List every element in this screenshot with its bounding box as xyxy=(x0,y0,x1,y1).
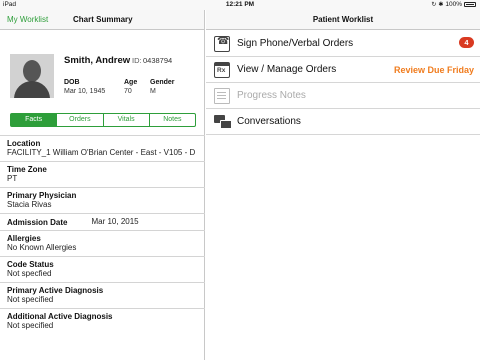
patient-id-label: ID: xyxy=(132,56,142,65)
fact-value: Not specfied xyxy=(7,269,52,278)
fact-value: Stacia Rivas xyxy=(7,200,52,209)
review-due-status: Review Due Friday xyxy=(393,65,474,75)
fact-value: Not specified xyxy=(7,295,54,304)
battery-percent: 100% xyxy=(445,1,462,8)
fact-value: FACILITY_1 William O'Brian Center - East… xyxy=(7,148,196,157)
gender-value: M xyxy=(150,88,156,95)
lock-rotation-icon: ↻ xyxy=(431,2,437,8)
fact-label: Primary Active Diagnosis xyxy=(7,286,104,295)
fact-value: Mar 10, 2015 xyxy=(91,217,139,226)
rx-calendar-icon xyxy=(214,61,230,78)
fact-label: Allergies xyxy=(7,234,41,243)
age-label: Age xyxy=(124,79,138,86)
patient-avatar xyxy=(10,54,54,98)
phone-order-icon xyxy=(214,35,230,52)
chart-tabs: Facts Orders Vitals Notes xyxy=(10,113,196,127)
tab-vitals[interactable]: Vitals xyxy=(104,114,150,126)
worklist-items: Sign Phone/Verbal Orders 4 View / Manage… xyxy=(206,31,480,135)
worklist-item-progress-notes: Progress Notes xyxy=(206,83,480,109)
age-value: 70 xyxy=(124,88,132,95)
patient-worklist-title: Patient Worklist xyxy=(312,15,374,24)
worklist-item-label: Progress Notes xyxy=(237,90,306,101)
patient-header: Smith, Andrew ID: 0438794 DOB Mar 10, 19… xyxy=(0,41,205,101)
fact-admission-date: Admission Date Mar 10, 2015 xyxy=(0,213,205,230)
patient-worklist-panel: Patient Worklist Sign Phone/Verbal Order… xyxy=(206,10,480,360)
worklist-item-manage-orders[interactable]: View / Manage Orders Review Due Friday xyxy=(206,57,480,83)
bluetooth-icon: ✱ xyxy=(438,2,444,8)
conversation-icon xyxy=(214,114,232,130)
worklist-item-label: Sign Phone/Verbal Orders xyxy=(237,38,354,49)
facts-list: Location FACILITY_1 William O'Brian Cent… xyxy=(0,135,205,334)
fact-time-zone: Time Zone PT xyxy=(0,161,205,187)
fact-label: Time Zone xyxy=(7,165,47,174)
fact-label: Additional Active Diagnosis xyxy=(7,312,113,321)
fact-primary-active-diagnosis: Primary Active Diagnosis Not specified xyxy=(0,282,205,308)
notes-icon xyxy=(214,87,230,104)
fact-value: No Known Allergies xyxy=(7,243,77,252)
pending-count-badge: 4 xyxy=(459,37,474,48)
fact-allergies: Allergies No Known Allergies xyxy=(0,230,205,256)
worklist-item-label: View / Manage Orders xyxy=(237,64,337,75)
fact-label: Admission Date xyxy=(7,217,68,227)
gender-label: Gender xyxy=(150,79,175,86)
worklist-item-conversations[interactable]: Conversations xyxy=(206,109,480,135)
patient-id: 0438794 xyxy=(143,56,173,65)
fact-additional-active-diagnosis: Additional Active Diagnosis Not specifie… xyxy=(0,308,205,334)
worklist-item-label: Conversations xyxy=(237,116,301,127)
avatar-head-shape xyxy=(23,60,41,82)
avatar-body-shape xyxy=(14,81,50,98)
dob-label: DOB xyxy=(64,79,80,86)
tab-notes[interactable]: Notes xyxy=(150,114,195,126)
status-bar: iPad 12:21 PM ↻ ✱ 100% xyxy=(0,0,480,10)
tab-facts[interactable]: Facts xyxy=(11,114,58,126)
status-icons: ↻ ✱ 100% xyxy=(431,1,476,8)
left-nav-bar: My Worklist Chart Summary xyxy=(0,10,204,30)
fact-location: Location FACILITY_1 William O'Brian Cent… xyxy=(0,135,205,161)
fact-value: Not specified xyxy=(7,321,54,330)
clock: 12:21 PM xyxy=(225,1,255,8)
tab-orders[interactable]: Orders xyxy=(57,114,104,126)
worklist-item-sign-orders[interactable]: Sign Phone/Verbal Orders 4 xyxy=(206,31,480,57)
patient-name: Smith, Andrew xyxy=(64,55,131,66)
fact-value: PT xyxy=(7,174,18,183)
fact-label: Primary Physician xyxy=(7,191,77,200)
fact-primary-physician: Primary Physician Stacia Rivas xyxy=(0,187,205,213)
right-nav-bar: Patient Worklist xyxy=(206,10,480,30)
my-worklist-back-button[interactable]: My Worklist xyxy=(7,15,48,24)
dob-value: Mar 10, 1945 xyxy=(64,88,106,95)
fact-code-status: Code Status Not specfied xyxy=(0,256,205,282)
fact-label: Code Status xyxy=(7,260,54,269)
chart-summary-title: Chart Summary xyxy=(73,15,133,24)
battery-icon xyxy=(464,2,476,7)
fact-label: Location xyxy=(7,139,41,148)
chart-summary-panel: My Worklist Chart Summary Smith, Andrew … xyxy=(0,10,205,360)
